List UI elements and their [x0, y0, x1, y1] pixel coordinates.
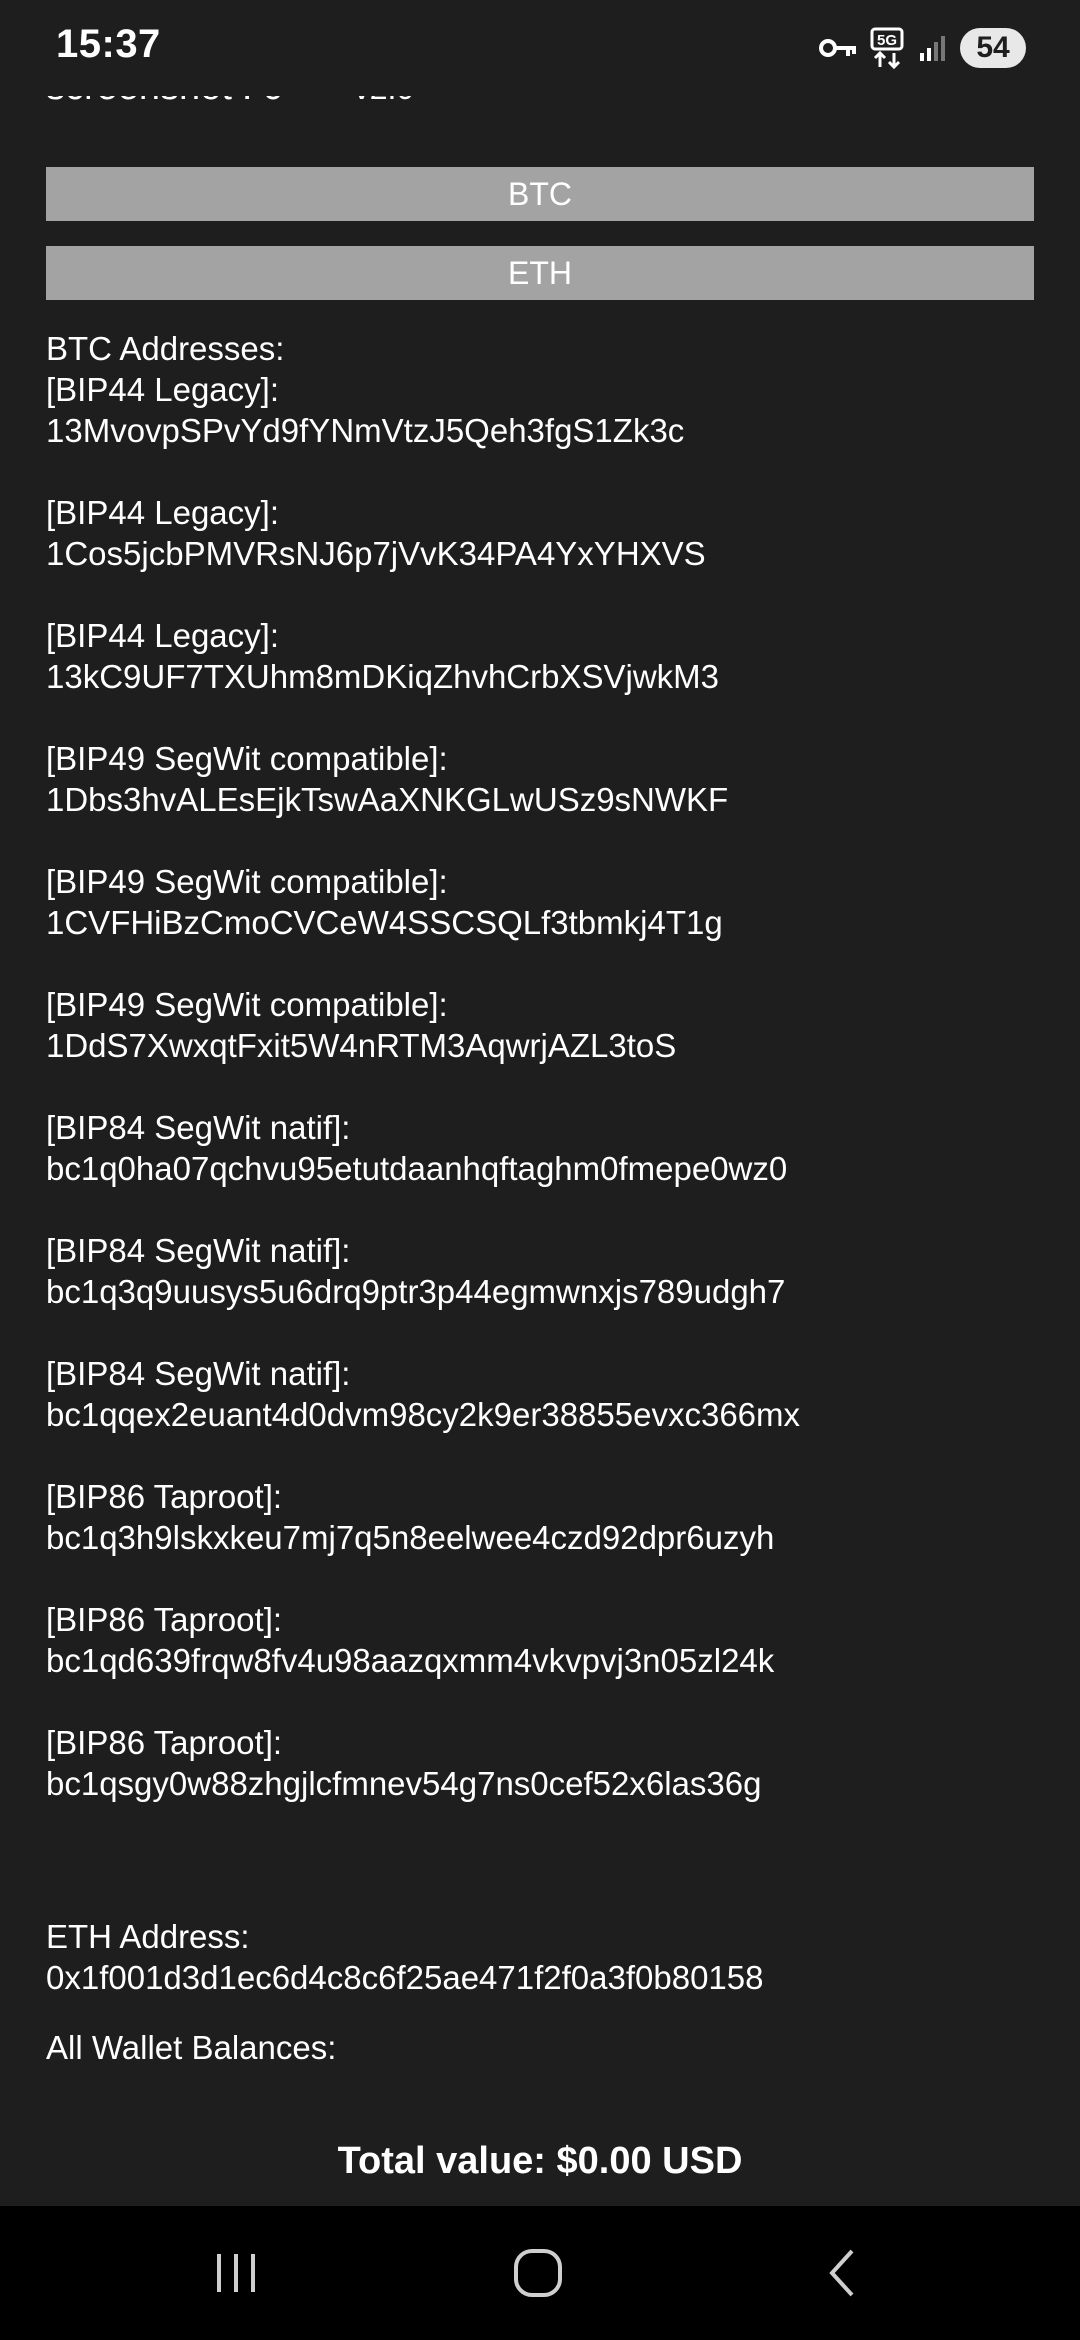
- address-entry: [BIP49 SegWit compatible]: 1CVFHiBzCmoCVC…: [46, 861, 1046, 943]
- address-entry: [BIP84 SegWit natif]: bc1q3q9uusys5u6drq9…: [46, 1230, 1046, 1312]
- address-type-label: [BIP86 Taproot]:: [46, 1478, 283, 1515]
- address-value: bc1qsgy0w88zhgjlcfmnev54g7ns0cef52x6las3…: [46, 1765, 762, 1802]
- home-button[interactable]: [458, 2206, 618, 2340]
- address-value: bc1q3q9uusys5u6drq9ptr3p44egmwnxjs789udg…: [46, 1273, 786, 1310]
- home-icon: [514, 2249, 562, 2297]
- address-entry: [BIP86 Taproot]: bc1qsgy0w88zhgjlcfmnev54…: [46, 1722, 1046, 1804]
- recent-apps-button[interactable]: [156, 2206, 316, 2340]
- battery-icon: 54: [960, 28, 1026, 68]
- address-type-label: [BIP49 SegWit compatible]:: [46, 863, 448, 900]
- address-entry: [BIP84 SegWit natif]: bc1q0ha07qchvu95etu…: [46, 1107, 1046, 1189]
- address-type-label: [BIP44 Legacy]:: [46, 617, 279, 654]
- address-entry: [BIP44 Legacy]: 13kC9UF7TXUhm8mDKiqZhvhCr…: [46, 615, 1046, 697]
- address-entry: [BIP44 Legacy]: 1Cos5jcbPMVRsNJ6p7jVvK34P…: [46, 492, 1046, 574]
- 5g-data-icon: 5G: [870, 27, 906, 69]
- eth-button[interactable]: ETH: [46, 246, 1034, 300]
- address-value: 1Dbs3hvALEsEjkTswAaXNKGLwUSz9sNWKF: [46, 781, 729, 818]
- recent-apps-icon: [217, 2254, 255, 2292]
- address-type-label: [BIP84 SegWit natif]:: [46, 1232, 351, 1269]
- navigation-bar: [0, 2206, 1080, 2340]
- btc-addresses-heading: BTC Addresses:: [46, 330, 285, 367]
- address-value: 13kC9UF7TXUhm8mDKiqZhvhCrbXSVjwkM3: [46, 658, 720, 695]
- address-type-label: [BIP49 SegWit compatible]:: [46, 986, 448, 1023]
- address-type-label: [BIP44 Legacy]:: [46, 494, 279, 531]
- address-type-label: [BIP86 Taproot]:: [46, 1724, 283, 1761]
- back-button[interactable]: [762, 2206, 922, 2340]
- address-value: 1CVFHiBzCmoCVCeW4SSCSQLf3tbmkj4T1g: [46, 904, 723, 941]
- address-type-label: [BIP86 Taproot]:: [46, 1601, 283, 1638]
- address-value: 1DdS7XwxqtFxit5W4nRTM3AqwrjAZL3toS: [46, 1027, 677, 1064]
- status-time: 15:37: [56, 22, 161, 66]
- address-type-label: [BIP44 Legacy]:: [46, 371, 279, 408]
- address-entry: [BIP86 Taproot]: bc1qd639frqw8fv4u98aazqx…: [46, 1599, 1046, 1681]
- address-entry: [BIP49 SegWit compatible]: 1DdS7XwxqtFxit…: [46, 984, 1046, 1066]
- address-entry: [BIP86 Taproot]: bc1q3h9lskxkeu7mj7q5n8ee…: [46, 1476, 1046, 1558]
- address-type-label: [BIP84 SegWit natif]:: [46, 1355, 351, 1392]
- wallet-balances-heading: All Wallet Balances:: [46, 2029, 337, 2066]
- address-value: bc1qqex2euant4d0dvm98cy2k9er38855evxc366…: [46, 1396, 801, 1433]
- eth-address-heading: ETH Address:: [46, 1918, 250, 1955]
- address-entry: [BIP84 SegWit natif]: bc1qqex2euant4d0dvm…: [46, 1353, 1046, 1435]
- eth-address-block: ETH Address: 0x1f001d3d1ec6d4c8c6f25ae47…: [46, 1916, 764, 1998]
- address-value: bc1q0ha07qchvu95etutdaanhqftaghm0fmepe0w…: [46, 1150, 788, 1187]
- address-entry: [BIP49 SegWit compatible]: 1Dbs3hvALEsEjk…: [46, 738, 1046, 820]
- address-value: bc1qd639frqw8fv4u98aazqxmm4vkvpvj3n05zl2…: [46, 1642, 775, 1679]
- back-icon: [829, 2249, 854, 2297]
- status-icons: 5G 54: [818, 26, 1026, 70]
- address-type-label: [BIP49 SegWit compatible]:: [46, 740, 448, 777]
- btc-button[interactable]: BTC: [46, 167, 1034, 221]
- address-entry: [BIP44 Legacy]: 13MvovpSPvYd9fYNmVtzJ5Qeh…: [46, 369, 1046, 451]
- network-label: 5G: [877, 32, 897, 49]
- address-value: bc1q3h9lskxkeu7mj7q5n8eelwee4czd92dpr6uz…: [46, 1519, 775, 1556]
- eth-address-value: 0x1f001d3d1ec6d4c8c6f25ae471f2f0a3f0b801…: [46, 1959, 764, 1996]
- address-type-label: [BIP84 SegWit natif]:: [46, 1109, 351, 1146]
- signal-icon: [918, 33, 948, 63]
- status-bar: 15:37 5G 54: [0, 0, 1080, 96]
- btc-address-list: BTC Addresses: [BIP44 Legacy]: 13MvovpSPv…: [46, 328, 1046, 1845]
- vpn-key-icon: [818, 34, 858, 62]
- address-value: 13MvovpSPvYd9fYNmVtzJ5Qeh3fgS1Zk3c: [46, 412, 685, 449]
- total-value: Total value: $0.00 USD: [337, 2140, 743, 2182]
- address-value: 1Cos5jcbPMVRsNJ6p7jVvK34PA4YxYHXVS: [46, 535, 706, 572]
